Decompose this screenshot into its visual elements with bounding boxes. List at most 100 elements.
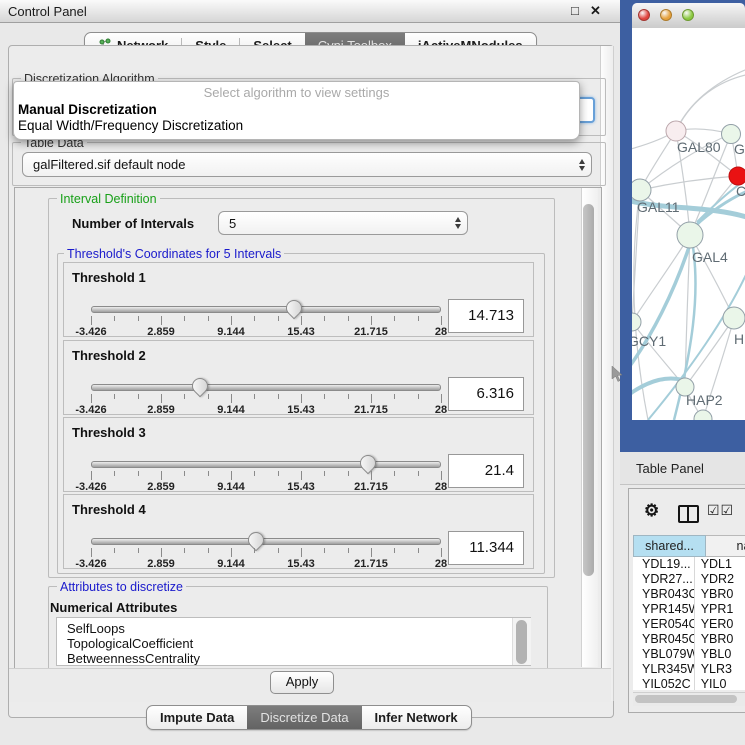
number-of-intervals-combobox[interactable]: 5 [218,211,468,235]
threshold-3-slider[interactable]: -3.4262.8599.14415.4321.71528 [91,458,441,492]
slider-tick [301,548,302,557]
slider-tick [394,471,395,476]
slider-tick [348,316,349,321]
threshold-2-value-field[interactable]: 6.316 [448,377,524,411]
threshold-2-slider[interactable]: -3.4262.8599.14415.4321.71528 [91,381,441,415]
column-header-shared[interactable]: shared... [633,535,706,557]
tab-infer-network[interactable]: Infer Network [362,706,471,729]
zoom-traffic-light[interactable] [682,9,694,21]
numerical-attributes-list[interactable]: SelfLoopsTopologicalCoefficientBetweenne… [56,617,531,666]
slider-ticks [91,316,441,326]
slider-tick [138,394,139,399]
node-table-body: YDL19...YDL1YDR27...YDR2YBR043CYBR0YPR14… [633,557,745,690]
slider-tick [418,471,419,476]
gear-icon[interactable]: ⚙ [644,501,659,521]
columns-icon[interactable] [678,505,699,523]
close-icon[interactable]: ✕ [590,3,601,19]
attributes-scrollbar-thumb[interactable] [516,620,527,664]
threshold-4-slider[interactable]: -3.4262.8599.14415.4321.71528 [91,535,441,569]
network-canvas[interactable]: GAL80GAGAL11CGAL4GCY1HHAP2 [632,28,745,420]
slider-tick [184,471,185,476]
checkboxes-icon[interactable]: ☑☑ [707,502,734,519]
app-root: Control Panel □ ✕ Network Style Select C… [0,0,745,745]
slider-track[interactable] [91,538,441,545]
table-hscrollbar-thumb[interactable] [635,695,737,703]
slider-tick [278,316,279,321]
algorithm-option-equal-width[interactable]: Equal Width/Frequency Discretization [14,118,579,134]
number-of-intervals-value: 5 [219,216,449,231]
network-node-right-mid[interactable] [723,307,745,329]
threshold-4-label: Threshold 4 [72,502,146,517]
slider-tick [231,394,232,403]
network-node-bottom-partial[interactable] [694,410,712,420]
table-cell: YER0 [695,617,745,632]
table-row[interactable]: YDR27...YDR2 [633,572,745,587]
table-data-combobox[interactable]: galFiltered.sif default node [22,152,592,177]
attribute-item[interactable]: TopologicalCoefficient [57,636,530,651]
slider-tick [441,471,442,480]
bottom-tab-bar: Impute Data Discretize Data Infer Networ… [146,705,472,730]
attribute-item[interactable]: BetweennessCentrality [57,651,530,666]
threshold-4-value-field[interactable]: 11.344 [448,531,524,565]
threshold-2-panel: Threshold 2 -3.4262.8599.14415.4321.7152… [63,340,534,415]
threshold-1-value-field[interactable]: 14.713 [448,299,524,333]
thresholds-group-title: Threshold's Coordinates for 5 Intervals [64,247,284,261]
table-cell: YIL052C [633,677,695,690]
network-node-gal11[interactable] [632,179,651,201]
apply-button[interactable]: Apply [270,671,334,694]
slider-tick-label: -3.426 [75,326,106,338]
slider-tick-labels: -3.4262.8599.14415.4321.71528 [91,481,441,493]
slider-tick [231,471,232,480]
network-window-titlebar[interactable] [632,3,745,29]
network-node-label: GCY1 [632,333,666,349]
threshold-4-panel: Threshold 4 -3.4262.8599.14415.4321.7152… [63,494,534,569]
slider-tick-label: 21.715 [354,481,388,493]
slider-tick [254,316,255,321]
float-window-icon[interactable]: □ [571,3,579,18]
slider-tick [254,548,255,553]
slider-tick [254,394,255,399]
threshold-3-value-field[interactable]: 21.4 [448,454,524,488]
tab-impute-data-label: Impute Data [160,710,234,725]
threshold-1-slider[interactable]: -3.4262.8599.14415.4321.71528 [91,303,441,337]
slider-tick-label: -3.426 [75,481,106,493]
slider-tick-label: -3.426 [75,558,106,570]
slider-tick [371,548,372,557]
slider-track[interactable] [91,384,441,391]
network-node-gcy1[interactable] [632,313,641,331]
network-node-gal80[interactable] [666,121,686,141]
column-header-name[interactable]: na [706,535,745,557]
minimize-traffic-light[interactable] [660,9,672,21]
network-node-gal4[interactable] [677,222,703,248]
slider-tick-label: 2.859 [147,481,175,493]
table-row[interactable]: YLR345WYLR3 [633,662,745,677]
slider-tick [418,394,419,399]
slider-tick [231,548,232,557]
table-row[interactable]: YDL19...YDL1 [633,557,745,572]
network-edge[interactable] [632,235,690,322]
settings-scrollbar-thumb[interactable] [583,204,594,576]
mouse-cursor [611,366,625,383]
tab-impute-data[interactable]: Impute Data [147,706,247,729]
table-row[interactable]: YPR145WYPR1 [633,602,745,617]
table-row[interactable]: YIL052CYIL0 [633,677,745,690]
slider-tick [441,548,442,557]
attribute-item[interactable]: SelfLoops [57,621,530,636]
table-row[interactable]: YER054CYER0 [633,617,745,632]
table-row[interactable]: YBR043CYBR0 [633,587,745,602]
algorithm-option-manual[interactable]: Manual Discretization [14,102,579,118]
slider-track[interactable] [91,461,441,468]
threshold-3-label: Threshold 3 [72,425,146,440]
slider-tick-label: 9.144 [217,326,245,338]
table-row[interactable]: YBL079WYBL0 [633,647,745,662]
table-row[interactable]: YBR045CYBR0 [633,632,745,647]
slider-tick-label: 28 [435,326,447,338]
tab-discretize-data[interactable]: Discretize Data [247,706,361,729]
slider-tick [114,394,115,399]
network-edge[interactable] [676,74,745,131]
close-traffic-light[interactable] [638,9,650,21]
network-canvas-svg[interactable]: GAL80GAGAL11CGAL4GCY1HHAP2 [632,28,745,420]
network-edge[interactable] [676,68,745,131]
slider-track[interactable] [91,306,441,313]
slider-tick [418,548,419,553]
